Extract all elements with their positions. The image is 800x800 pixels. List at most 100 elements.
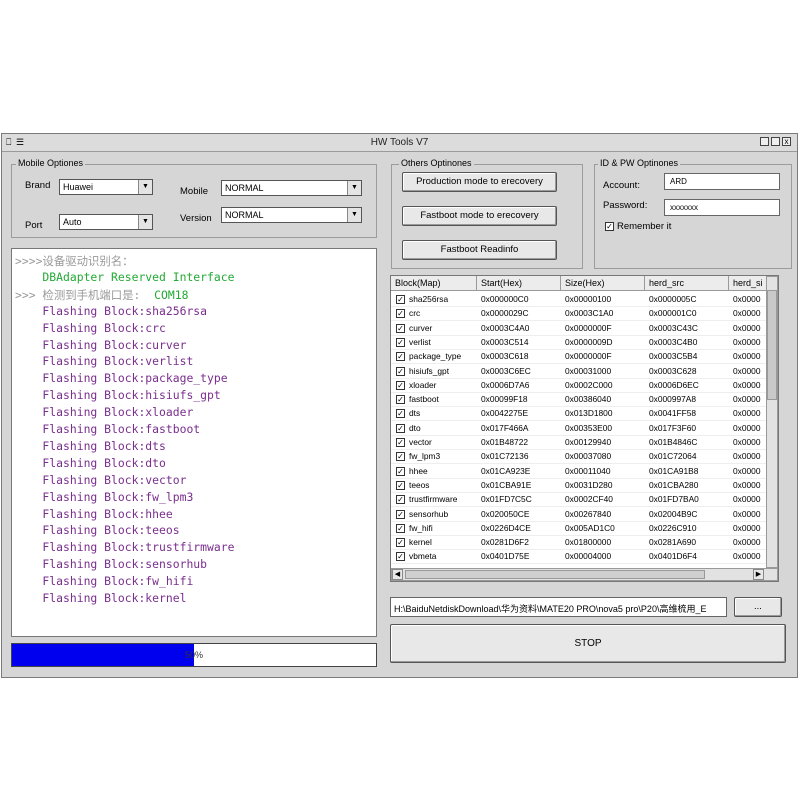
chevron-down-icon[interactable]: ▼ (347, 208, 361, 222)
row-checkbox[interactable]: ✓ (396, 337, 405, 347)
table-cell: 0x00129940 (565, 437, 612, 447)
table-cell: 0x01FD7BA0 (649, 494, 699, 505)
table-cell: 0x01C72064 (649, 451, 697, 462)
progress-label: 50% (184, 650, 203, 660)
table-cell: 0x013D1800 (565, 408, 613, 419)
restore-icon[interactable] (760, 137, 769, 146)
chevron-down-icon[interactable]: ▼ (347, 181, 361, 195)
browse-label: ... (754, 601, 762, 612)
row-checkbox[interactable]: ✓ (396, 509, 405, 519)
table-cell: 0x01CBA280 (649, 479, 699, 490)
table-cell: 0x0000 (733, 551, 761, 562)
row-checkbox[interactable]: ✓ (396, 295, 405, 304)
row-checkbox[interactable]: ✓ (396, 423, 405, 433)
table-cell: curver (409, 322, 433, 333)
table-cell: 0x0000 (733, 365, 761, 376)
fastboot-mode-erecovery-button[interactable]: Fastboot mode to erecovery (402, 206, 557, 226)
row-checkbox[interactable]: ✓ (396, 395, 405, 405)
row-checkbox[interactable]: ✓ (396, 466, 405, 476)
table-cell: 0x0003C5B4 (649, 351, 698, 362)
mobile-options-legend: Mobile Optiones (16, 158, 86, 168)
table-cell: 0x0000 (733, 494, 761, 505)
version-select[interactable]: NORMAL ▼ (221, 207, 362, 223)
row-checkbox[interactable]: ✓ (396, 495, 405, 505)
table-cell: 0x0000 (733, 408, 761, 419)
column-header[interactable]: Block(Map) (391, 276, 477, 291)
path-input[interactable]: H:\BaiduNetdiskDownload\华为资料\MATE20 PRO\… (390, 597, 727, 617)
table-cell: 0x01800000 (565, 537, 612, 548)
chevron-down-icon[interactable]: ▼ (138, 215, 152, 229)
brand-select[interactable]: Huawei ▼ (59, 179, 153, 195)
fastboot-readinfo-button[interactable]: Fastboot Readinfo (402, 240, 557, 260)
row-checkbox[interactable]: ✓ (396, 438, 405, 447)
app-window: ⎕ ☰ HW Tools V7 x Mobile Optiones Brand … (1, 133, 798, 678)
row-checkbox[interactable]: ✓ (396, 366, 405, 376)
row-checkbox[interactable]: ✓ (396, 380, 405, 390)
brand-label: Brand (25, 180, 51, 191)
row-checkbox[interactable]: ✓ (396, 552, 405, 562)
row-checkbox[interactable]: ✓ (396, 538, 405, 548)
port-select[interactable]: Auto ▼ (59, 214, 153, 230)
table-cell: 0x01C72136 (481, 451, 529, 462)
stop-button[interactable]: STOP (390, 624, 786, 663)
vertical-scroll-thumb[interactable] (767, 290, 777, 400)
remember-checkbox[interactable]: ✓ (605, 222, 614, 231)
log-line: Flashing Block:kernel (15, 591, 187, 605)
maximize-icon[interactable] (771, 137, 780, 146)
log-line: Flashing Block:dto (15, 455, 166, 470)
row-checkbox[interactable]: ✓ (396, 309, 405, 319)
table-cell: 0x0000 (733, 336, 761, 347)
password-input[interactable]: xxxxxxx (664, 199, 780, 216)
mobile-value: NORMAL (225, 183, 264, 193)
table-cell: fw_lpm3 (409, 451, 441, 462)
table-cell: crc (409, 308, 421, 319)
table-cell: 0x0042275E (481, 408, 529, 419)
log-line: Flashing Block:crc (15, 320, 166, 335)
table-cell: 0x0003C43C (649, 322, 698, 333)
row-checkbox[interactable]: ✓ (396, 452, 405, 462)
table-cell: 0x01CA923E (481, 465, 531, 476)
scroll-left-icon[interactable]: ◀ (392, 569, 403, 580)
row-checkbox[interactable]: ✓ (396, 409, 405, 419)
table-cell: 0x0003C6EC (481, 365, 531, 376)
table-cell: 0x00386040 (565, 394, 612, 405)
block-table: Block(Map) Start(Hex) Size(Hex) herd_src her… (390, 275, 779, 582)
scroll-right-icon[interactable]: ▶ (753, 569, 764, 580)
horizontal-scroll-thumb[interactable] (405, 570, 705, 579)
row-checkbox[interactable]: ✓ (396, 480, 405, 490)
log-line: Flashing Block:fw_lpm3 (15, 489, 194, 504)
others-options-legend: Others Optinones (399, 158, 474, 168)
table-cell: 0x00031000 (565, 365, 612, 376)
table-cell: 0x0226C910 (649, 522, 697, 533)
row-checkbox[interactable]: ✓ (396, 323, 405, 333)
column-header[interactable]: herd_si (729, 276, 769, 291)
table-cell: 0x0000 (733, 465, 761, 476)
table-cell: 0x01B48722 (481, 437, 529, 447)
row-checkbox[interactable]: ✓ (396, 523, 405, 533)
column-header[interactable]: herd_src (645, 276, 729, 291)
title-bar: ⎕ ☰ HW Tools V7 x (2, 134, 797, 152)
table-cell: 0x02004B9C (649, 508, 698, 519)
close-icon[interactable]: x (782, 137, 791, 146)
column-header[interactable]: Size(Hex) (561, 276, 645, 291)
production-mode-erecovery-button[interactable]: Production mode to erecovery (402, 172, 557, 192)
row-checkbox[interactable]: ✓ (396, 352, 405, 362)
chevron-down-icon[interactable]: ▼ (138, 180, 152, 194)
table-cell: dts (409, 408, 421, 419)
table-cell: 0x0000005C (649, 294, 697, 304)
table-cell: teeos (409, 479, 430, 490)
table-cell: verlist (409, 336, 431, 347)
table-cell: 0x0003C618 (481, 351, 529, 362)
column-header[interactable]: Start(Hex) (477, 276, 561, 291)
log-line: >>> 检测到手机端口是: COM18 (15, 287, 189, 302)
account-input[interactable]: ARD (664, 173, 780, 190)
mobile-select[interactable]: NORMAL ▼ (221, 180, 362, 196)
log-line: Flashing Block:vector (15, 472, 187, 487)
table-cell: 0x0401D6F4 (649, 551, 697, 562)
log-line: Flashing Block:trustfirmware (15, 540, 235, 555)
version-label: Version (180, 213, 212, 224)
log-panel: >>>>设备驱动识别名： DBAdapter Reserved Interfac… (11, 248, 377, 637)
browse-button[interactable]: ... (734, 597, 782, 617)
table-cell: kernel (409, 537, 432, 548)
table-cell: hhee (409, 465, 428, 476)
